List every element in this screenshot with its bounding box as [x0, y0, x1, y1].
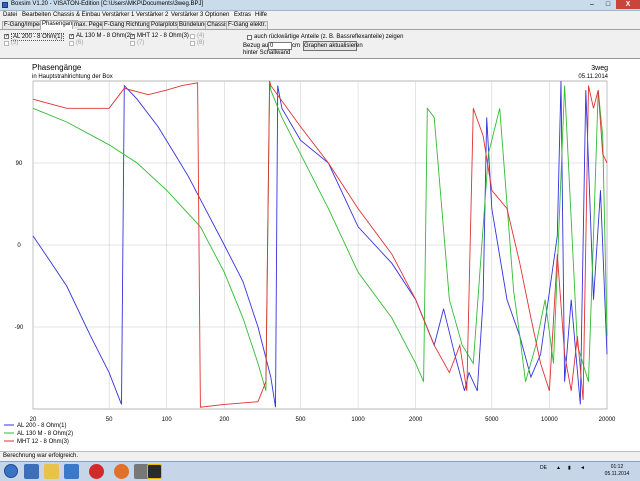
chart-date: 05.11.2014: [578, 74, 608, 80]
rear-components-checkbox[interactable]: [247, 35, 252, 40]
legend-label-2: AL 130 M - 8 Ohm(2): [17, 431, 73, 437]
close-button[interactable]: X: [616, 0, 640, 9]
driver-4-checkbox[interactable]: [190, 34, 195, 39]
driver-7-checkbox[interactable]: [130, 41, 135, 46]
y-tick-label: -90: [15, 325, 24, 331]
chart-project-name: 3weg: [591, 65, 608, 72]
menu-verstaerker-1[interactable]: Verstärker 1: [102, 12, 134, 18]
series-lines: [32, 80, 608, 408]
x-tick-label: 100: [162, 417, 173, 423]
menu-extras[interactable]: Extras: [234, 12, 251, 18]
maximize-button[interactable]: □: [600, 0, 616, 9]
driver-8-checkbox[interactable]: [190, 41, 195, 46]
chart-subtitle: in Hauptstrahlrichtung der Box: [32, 74, 113, 80]
reference-label-2: hinter Schallwand: [243, 50, 291, 56]
tab-fgang-elektr[interactable]: F-Gang elektr.: [226, 21, 269, 29]
y-tick-label: 0: [17, 243, 21, 249]
chart-title: Phasengänge: [32, 63, 82, 72]
driver-3-checkbox[interactable]: ✓: [130, 34, 135, 39]
series-line-3: [32, 80, 608, 408]
x-tick-label: 10000: [541, 417, 558, 423]
clock-date: 05.11.2014: [604, 471, 630, 477]
y-tick-labels: 90 0 -90: [15, 161, 24, 331]
menu-bearbeiten[interactable]: Bearbeiten: [22, 12, 51, 18]
minimize-button[interactable]: –: [584, 0, 600, 9]
grid-lines: [32, 81, 608, 409]
x-tick-label: 2000: [409, 417, 423, 423]
tab-polarplots[interactable]: Polarplots: [149, 21, 180, 29]
menu-datei[interactable]: Datei: [3, 12, 17, 18]
driver-1-checkbox[interactable]: ✓: [4, 34, 9, 39]
series-line-1: [32, 80, 608, 408]
driver-7-label: (7): [137, 40, 145, 46]
status-text: Berechnung war erfolgreich.: [3, 453, 79, 459]
menu-verstaerker-2[interactable]: Verstärker 2: [136, 12, 168, 18]
window-title: Boxsim V1.20 - VISATON-Edition [C:\Users…: [11, 1, 204, 7]
menu-hilfe[interactable]: Hilfe: [255, 12, 267, 18]
driver-2-checkbox[interactable]: ✓: [69, 34, 74, 39]
driver-4-label: (4): [197, 33, 205, 39]
x-tick-label: 500: [295, 417, 306, 423]
tray-arrow-icon[interactable]: ▲: [556, 465, 561, 471]
title-bar: Boxsim V1.20 - VISATON-Edition [C:\Users…: [0, 0, 640, 11]
driver-3-label: MHT 12 - 8 Ohm(3): [137, 33, 189, 39]
tab-max-pegel[interactable]: max. Pegel: [72, 21, 107, 29]
start-button-icon[interactable]: [4, 464, 18, 478]
chart-panel: Phasengänge in Hauptstrahlrichtung der B…: [0, 58, 640, 452]
clock-time: 01:12: [610, 464, 624, 470]
x-tick-label: 1000: [351, 417, 365, 423]
driver-6-label: (6): [76, 40, 84, 46]
driver-2-label: AL 130 M - 8 Ohm(2): [76, 33, 133, 39]
update-graph-button[interactable]: Graphen aktualisieren: [303, 41, 363, 51]
x-tick-labels: 20 50 100 200 500 1000 2000 5000 10000 20000: [30, 417, 616, 423]
taskbar: DE ▲ ▮ ◄ 01:12 05.11.2014: [0, 461, 640, 481]
clock[interactable]: 01:12 05.11.2014: [598, 464, 636, 478]
menu-chassis-einbau[interactable]: Chassis & Einbau: [53, 12, 100, 18]
ie-icon[interactable]: [24, 464, 39, 479]
legend-label-1: AL 200 - 8 Ohm(1): [17, 423, 66, 429]
tab-strip: F-Gang/Imped. Phasengang max. Pegel F-Ga…: [0, 20, 640, 30]
driver-6-checkbox[interactable]: [69, 41, 74, 46]
menu-verstaerker-3[interactable]: Verstärker 3: [171, 12, 203, 18]
app-icon[interactable]: [2, 2, 8, 8]
boxsim-icon[interactable]: [147, 464, 162, 479]
x-tick-label: 50: [106, 417, 113, 423]
driver-1-label: AL 200 - 8 Ohm(1): [11, 33, 65, 41]
rear-components-label: auch rückwärtige Anteile (z. B. Bassrefl…: [254, 34, 404, 40]
series-line-2: [32, 80, 608, 391]
legend-label-3: MHT 12 - 8 Ohm(3): [17, 439, 69, 445]
opera-icon[interactable]: [89, 464, 104, 479]
reference-unit: cm: [292, 43, 300, 49]
menu-bar: Datei Bearbeiten Chassis & Einbau Verstä…: [0, 11, 640, 20]
media-player-icon[interactable]: [64, 464, 79, 479]
legend: AL 200 - 8 Ohm(1) AL 130 M - 8 Ohm(2) MHT …: [4, 423, 73, 445]
x-tick-label: 5000: [485, 417, 499, 423]
driver-8-label: (8): [197, 40, 205, 46]
menu-optionen[interactable]: Optionen: [205, 12, 229, 18]
driver-5-checkbox[interactable]: [4, 41, 9, 46]
reference-distance-input[interactable]: 0: [268, 42, 292, 50]
y-tick-label: 90: [16, 161, 23, 167]
x-tick-label: 20000: [599, 417, 616, 423]
x-tick-label: 200: [219, 417, 230, 423]
driver-selection-panel: ✓ AL 200 - 8 Ohm(1) ✓ AL 130 M - 8 Ohm(2…: [0, 31, 640, 58]
firefox-icon[interactable]: [114, 464, 129, 479]
volume-icon[interactable]: ◄: [580, 465, 585, 471]
reference-label: Bezug auf: [243, 43, 271, 49]
language-indicator[interactable]: DE: [540, 465, 547, 471]
driver-5-label: (5): [11, 40, 19, 46]
network-icon[interactable]: ▮: [568, 465, 571, 471]
folder-icon[interactable]: [44, 464, 59, 479]
phase-chart: Phasengänge in Hauptstrahlrichtung der B…: [4, 63, 616, 445]
